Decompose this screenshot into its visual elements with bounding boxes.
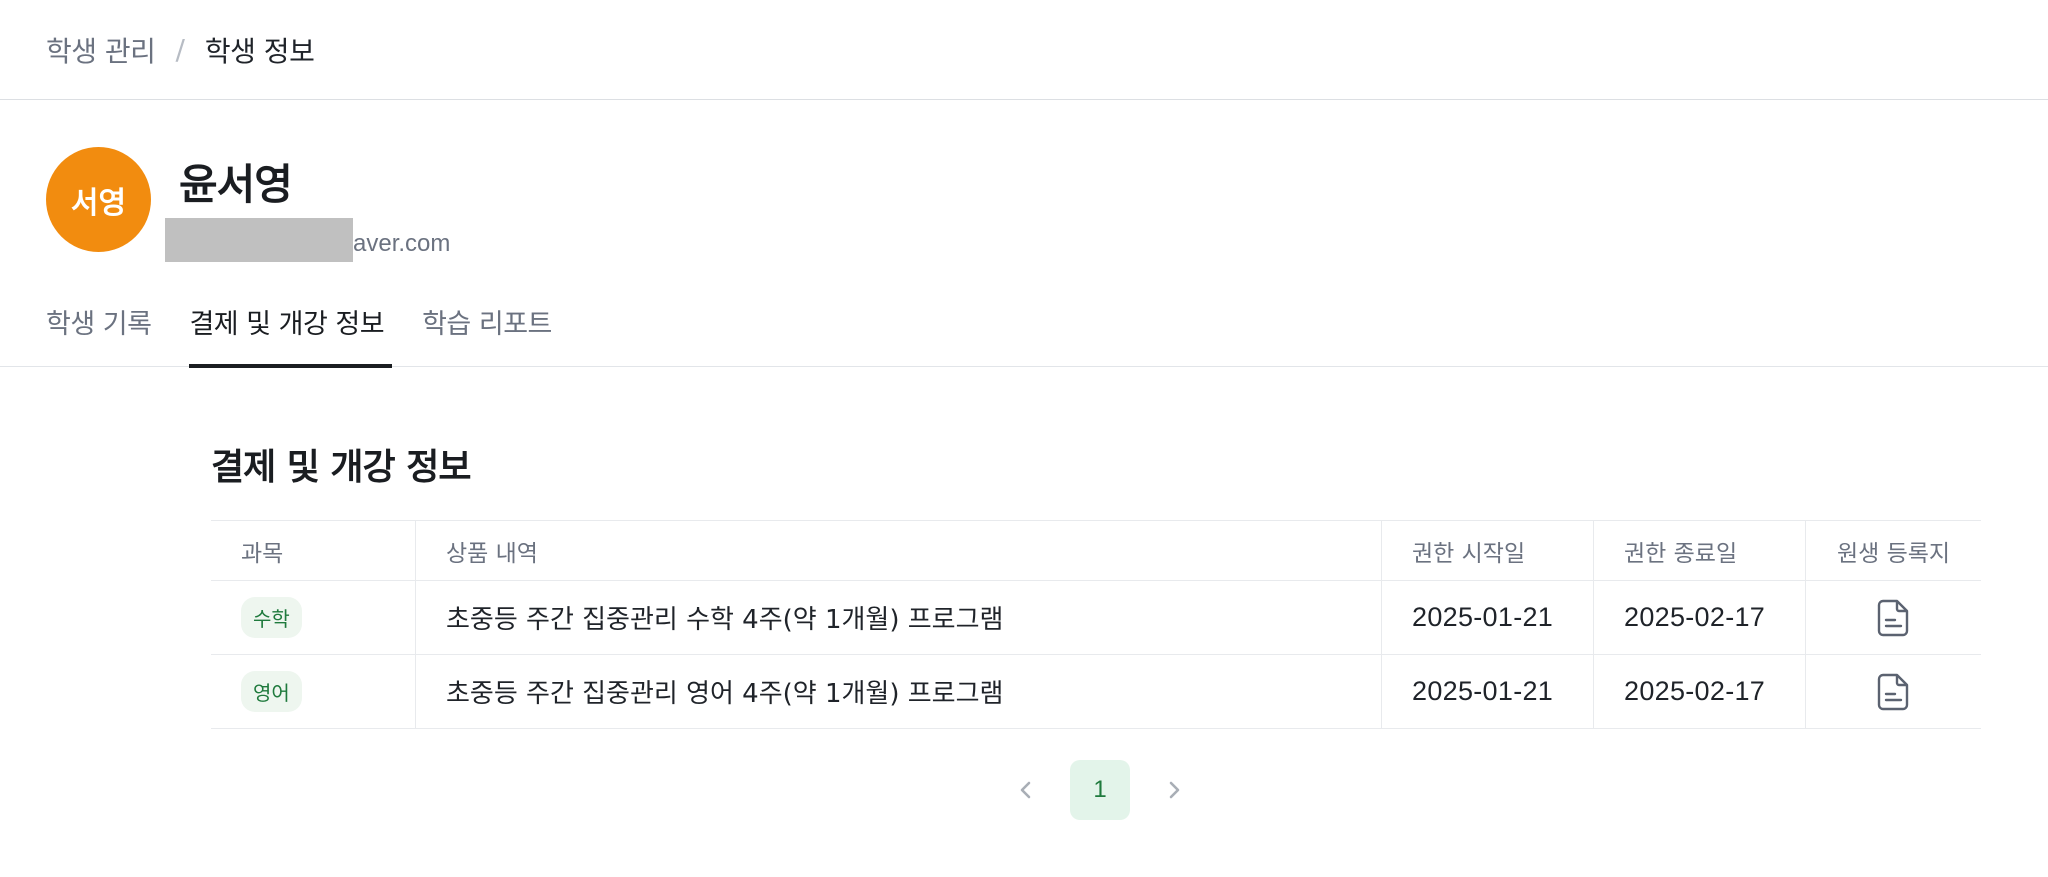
chevron-right-icon xyxy=(1169,781,1180,799)
start-date: 2025-01-21 xyxy=(1382,655,1594,728)
breadcrumb: 학생 관리 / 학생 정보 xyxy=(0,0,2048,100)
table-row: 수학 초중등 주간 집중관리 수학 4주(약 1개월) 프로그램 2025-01… xyxy=(211,581,1981,655)
breadcrumb-student-management[interactable]: 학생 관리 xyxy=(46,30,156,70)
chevron-left-icon xyxy=(1020,781,1031,799)
subject-badge: 영어 xyxy=(241,671,302,712)
tab-payment-enrollment[interactable]: 결제 및 개강 정보 xyxy=(189,290,392,368)
header-end-date: 권한 종료일 xyxy=(1594,521,1806,580)
prev-page-button[interactable] xyxy=(1000,760,1052,820)
subject-badge: 수학 xyxy=(241,597,302,638)
email-redaction xyxy=(165,218,353,262)
breadcrumb-separator: / xyxy=(175,33,185,66)
student-name: 윤서영 xyxy=(179,160,293,209)
product-name: 초중등 주간 집중관리 수학 4주(약 1개월) 프로그램 xyxy=(416,581,1382,654)
header-subject: 과목 xyxy=(211,521,416,580)
payment-table: 과목 상품 내역 권한 시작일 권한 종료일 원생 등록지 수학 초중등 주간 … xyxy=(211,520,1981,729)
start-date: 2025-01-21 xyxy=(1382,581,1594,654)
end-date: 2025-02-17 xyxy=(1594,655,1806,728)
student-email: aver.com xyxy=(165,218,450,264)
tab-learning-report[interactable]: 학습 리포트 xyxy=(422,290,560,367)
document-icon[interactable] xyxy=(1877,599,1911,637)
product-name: 초중등 주간 집중관리 영어 4주(약 1개월) 프로그램 xyxy=(416,655,1382,728)
tab-student-records[interactable]: 학생 기록 xyxy=(46,290,159,367)
header-product: 상품 내역 xyxy=(416,521,1382,580)
tab-bar: 학생 기록 결제 및 개강 정보 학습 리포트 xyxy=(0,290,2048,368)
header-start-date: 권한 시작일 xyxy=(1382,521,1594,580)
table-row: 영어 초중등 주간 집중관리 영어 4주(약 1개월) 프로그램 2025-01… xyxy=(211,655,1981,729)
email-text: aver.com xyxy=(353,230,451,257)
next-page-button[interactable] xyxy=(1148,760,1200,820)
table-header-row: 과목 상품 내역 권한 시작일 권한 종료일 원생 등록지 xyxy=(211,521,1981,581)
section-title: 결제 및 개강 정보 xyxy=(211,447,471,488)
student-profile: 서영 윤서영 aver.com xyxy=(46,147,450,264)
document-icon[interactable] xyxy=(1877,673,1911,711)
page-number-current[interactable]: 1 xyxy=(1070,760,1130,820)
header-registration-form: 원생 등록지 xyxy=(1836,540,1951,567)
end-date: 2025-02-17 xyxy=(1594,581,1806,654)
avatar: 서영 xyxy=(46,147,151,252)
pagination: 1 xyxy=(1000,760,1200,820)
breadcrumb-student-info: 학생 정보 xyxy=(204,34,315,68)
